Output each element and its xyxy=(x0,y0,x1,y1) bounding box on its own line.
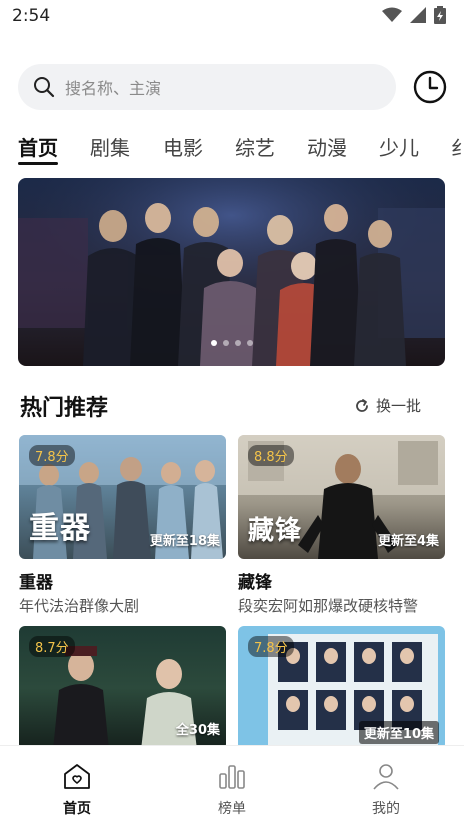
refresh-label: 换一批 xyxy=(376,397,422,415)
refresh-button[interactable]: 换一批 xyxy=(354,395,421,416)
poster: 7.8分 重器 更新至18集 xyxy=(19,435,226,559)
wifi-icon xyxy=(382,7,402,22)
search-placeholder: 搜名称、主演 xyxy=(65,79,162,98)
active-tab-indicator xyxy=(18,162,58,165)
nav-profile[interactable]: 我的 xyxy=(356,762,416,818)
episode-label: 全30集 xyxy=(175,723,220,738)
rating-badge: 7.8分 xyxy=(29,445,75,466)
status-time: 2:54 xyxy=(12,6,51,26)
drama-card[interactable]: 7.8分 重器 更新至18集 重器 年代法治群像大剧 xyxy=(19,435,226,616)
rating-badge: 8.7分 xyxy=(29,636,75,657)
profile-icon xyxy=(373,764,399,790)
search-row: 搜名称、主演 xyxy=(18,64,448,112)
poster-title: 重器 xyxy=(29,511,91,546)
tab-anime[interactable]: 动漫 xyxy=(307,132,347,161)
poster: 8.7分 全30集 xyxy=(19,626,226,750)
search-icon xyxy=(34,77,55,98)
episode-label: 更新至18集 xyxy=(149,534,220,549)
nav-home[interactable]: 首页 xyxy=(47,762,107,818)
bottom-nav: 首页 榜单 我的 xyxy=(0,745,464,826)
history-clock-icon[interactable] xyxy=(411,68,449,106)
tab-kids[interactable]: 少儿 xyxy=(379,132,419,161)
episode-label: 更新至4集 xyxy=(377,534,439,549)
pagination-dot xyxy=(222,340,229,346)
nav-chart[interactable]: 榜单 xyxy=(202,762,262,818)
tab-movies[interactable]: 电影 xyxy=(163,132,203,161)
chart-icon xyxy=(219,765,245,789)
signal-icon xyxy=(410,7,426,23)
nav-profile-label: 我的 xyxy=(372,801,400,817)
pagination-dot xyxy=(246,340,253,346)
tab-home[interactable]: 首页 xyxy=(18,132,58,161)
tab-more[interactable]: 纟 xyxy=(451,132,464,161)
nav-home-label: 首页 xyxy=(63,801,91,817)
poster: 8.8分 藏锋 更新至4集 xyxy=(238,435,445,559)
nav-chart-label: 榜单 xyxy=(218,801,246,817)
status-bar: 2:54 xyxy=(0,0,464,34)
episode-label: 更新至10集 xyxy=(358,721,439,744)
drama-card[interactable]: 7.8分 更新至10集 xyxy=(238,626,445,750)
rating-badge: 7.8分 xyxy=(248,636,294,657)
pagination-dot xyxy=(210,340,217,346)
section-title: 热门推荐 xyxy=(20,396,109,421)
card-title: 藏锋 xyxy=(238,573,272,593)
card-subtitle: 年代法治群像大剧 xyxy=(19,597,140,615)
pagination-dot xyxy=(234,340,241,346)
hero-banner[interactable] xyxy=(18,178,445,366)
refresh-icon xyxy=(356,398,368,412)
card-title: 重器 xyxy=(19,573,53,593)
rating-badge: 8.8分 xyxy=(248,445,294,466)
tab-series[interactable]: 剧集 xyxy=(90,132,130,161)
poster-title: 藏锋 xyxy=(248,516,303,546)
drama-card[interactable]: 8.7分 全30集 xyxy=(19,626,226,750)
card-subtitle: 段奕宏阿如那爆改硬核特警 xyxy=(238,597,419,615)
tab-variety[interactable]: 综艺 xyxy=(235,132,275,161)
drama-card[interactable]: 8.8分 藏锋 更新至4集 藏锋 段奕宏阿如那爆改硬核特警 xyxy=(238,435,445,616)
poster: 7.8分 更新至10集 xyxy=(238,626,445,750)
battery-icon xyxy=(434,6,446,24)
category-tabs: 首页 剧集 电影 综艺 动漫 少儿 纟 xyxy=(18,132,464,172)
banner-image xyxy=(18,178,445,366)
search-input[interactable]: 搜名称、主演 xyxy=(18,64,396,110)
banner-pagination xyxy=(18,340,445,346)
status-icons xyxy=(382,6,446,24)
home-icon xyxy=(64,764,90,789)
